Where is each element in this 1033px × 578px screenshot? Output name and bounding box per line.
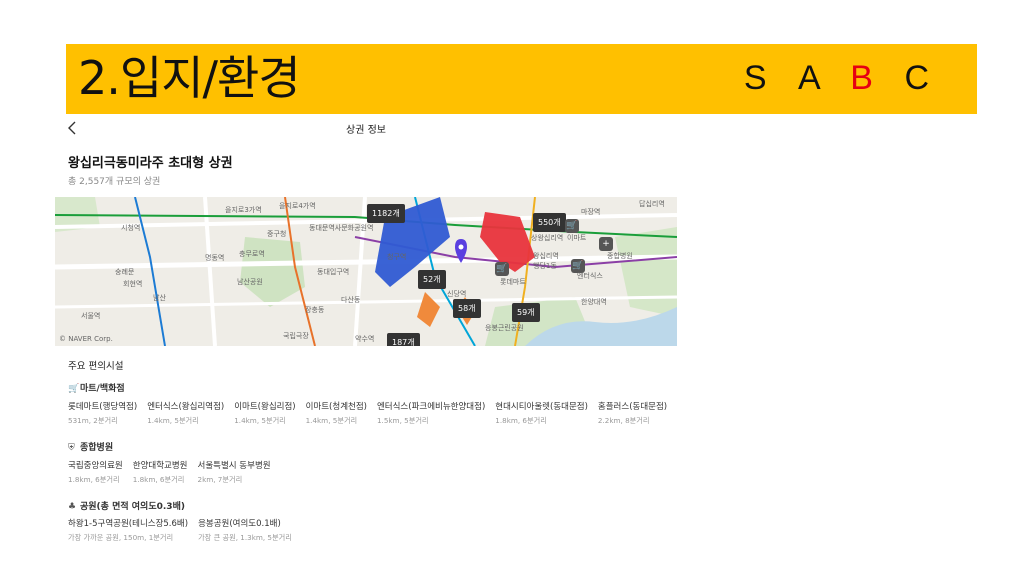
grade-a: A — [798, 59, 823, 97]
hospital-icon[interactable]: + — [599, 237, 613, 251]
map-label: 이마트 — [567, 234, 587, 242]
section-title: 2.입지/환경 — [78, 51, 301, 105]
cluster-marker[interactable]: 187개 — [387, 333, 420, 346]
map-label: 왕십리역 — [533, 252, 559, 260]
marts-heading-label: 마트/백화점 — [80, 384, 125, 394]
cluster-marker[interactable]: 59개 — [512, 303, 540, 322]
parks-heading: ♣ 공원(총 면적 여의도0.3배) — [68, 499, 185, 512]
map-label: 다산동 — [341, 296, 361, 304]
cart-icon[interactable]: 🛒 — [495, 262, 509, 276]
map-label: 동대입구역 — [317, 268, 350, 276]
map-label: 시청역 — [121, 224, 141, 232]
hospital-icon: ⛨ — [68, 443, 75, 453]
list-item[interactable]: 이마트(왕십리점) 1.4km, 5분거리 — [234, 400, 295, 426]
hospitals-heading: ⛨ 종합병원 — [68, 440, 113, 453]
list-item[interactable]: 응봉공원(여의도0.1배) 가장 큰 공원, 1.3km, 5분거리 — [198, 517, 292, 543]
area-title: 왕십리극동미라주 초대형 상권 — [68, 156, 233, 171]
map-label: 명동역 — [205, 254, 225, 262]
area-subtitle: 총 2,557개 규모의 상권 — [68, 177, 161, 187]
map-copyright: © NAVER Corp. — [59, 335, 113, 343]
list-item[interactable]: 현대시티아울렛(동대문점) 1.8km, 6분거리 — [495, 400, 588, 426]
map-label: 신당역 — [447, 290, 467, 298]
list-item[interactable]: 이마트(청계천점) 1.4km, 5분거리 — [306, 400, 367, 426]
map-label: 국립극장 — [283, 332, 309, 340]
cluster-marker[interactable]: 52개 — [418, 270, 446, 289]
list-item[interactable]: 한양대학교병원 1.8km, 6분거리 — [133, 459, 188, 485]
cluster-marker[interactable]: 550개 — [533, 213, 566, 232]
topbar-title: 상권 정보 — [346, 125, 386, 136]
marts-heading: 🛒마트/백화점 — [68, 381, 125, 394]
section-banner: 2.입지/환경 S A B C — [66, 44, 977, 114]
facilities-heading: 주요 편의시설 — [68, 361, 124, 372]
map-label: 남산 — [153, 294, 166, 302]
grade-c: C — [904, 59, 933, 97]
list-item[interactable]: 롯데마트(행당역점) 531m, 2분거리 — [68, 400, 137, 426]
list-item[interactable]: 서울특별시 동부병원 2km, 7분거리 — [198, 459, 271, 485]
shopping-cart-icon: 🛒 — [68, 384, 80, 394]
map-label: 상왕십리역 — [531, 234, 564, 242]
park-icon: ♣ — [68, 502, 77, 512]
list-item[interactable]: 하왕1-5구역공원(테니스장5.6배) 가장 가까운 공원, 150m, 1분거리 — [68, 517, 188, 543]
list-item[interactable]: 엔터식스(왕십리역점) 1.4km, 5분거리 — [147, 400, 224, 426]
map-label: 서울역 — [81, 312, 101, 320]
cart-icon[interactable]: 🛒 — [565, 219, 579, 233]
hospitals-heading-label: 종합병원 — [80, 443, 114, 453]
map-label: 숭례문 — [115, 268, 135, 276]
map-label: 엔터식스 — [577, 272, 603, 280]
parks-heading-label: 공원(총 면적 여의도0.3배) — [80, 502, 185, 512]
cluster-marker[interactable]: 58개 — [453, 299, 481, 318]
map-label: 중구청 — [267, 230, 287, 238]
map-label: 행당1동 — [533, 262, 557, 270]
commercial-area-map[interactable]: 1182개 550개 52개 58개 59개 187개 🛒 + 🛒 🛒 을지로3… — [55, 197, 677, 346]
map-label: 을지로3가역 — [225, 206, 262, 214]
map-label: 답십리역 — [639, 200, 665, 208]
map-label: 약수역 — [355, 335, 375, 343]
map-label: 회현역 — [123, 280, 143, 288]
hospitals-list: 국립중앙의료원 1.8km, 6분거리 한양대학교병원 1.8km, 6분거리 서울… — [68, 459, 281, 485]
map-label: 남산공원 — [237, 278, 263, 286]
app-topbar: 상권 정보 — [55, 118, 677, 140]
map-label: 롯데마트 — [500, 278, 526, 286]
parks-list: 하왕1-5구역공원(테니스장5.6배) 가장 가까운 공원, 150m, 1분거리… — [68, 517, 302, 543]
cluster-marker[interactable]: 1182개 — [367, 204, 405, 223]
list-item[interactable]: 홈플러스(동대문점) 2.2km, 8분거리 — [598, 400, 667, 426]
map-label: 종합병원 — [607, 252, 633, 260]
marts-list: 롯데마트(행당역점) 531m, 2분거리 엔터식스(왕십리역점) 1.4km, 5… — [68, 400, 677, 426]
map-label: 을지로4가역 — [279, 202, 316, 210]
map-label: 충무로역 — [239, 250, 265, 258]
map-label: 청구역 — [387, 253, 407, 261]
map-label: 한양대역 — [581, 298, 607, 306]
grade-b-selected: B — [850, 59, 877, 97]
grade-scale: S A B C — [730, 58, 933, 98]
grade-s: S — [743, 59, 771, 97]
list-item[interactable]: 국립중앙의료원 1.8km, 6분거리 — [68, 459, 123, 485]
list-item[interactable]: 엔터식스(파크에비뉴한양대점) 1.5km, 5분거리 — [377, 400, 485, 426]
map-label: 장충동 — [305, 306, 325, 314]
map-label: 응봉근린공원 — [485, 324, 524, 332]
map-label: 마장역 — [581, 208, 601, 216]
map-label: 동대문역사문화공원역 — [309, 224, 374, 232]
